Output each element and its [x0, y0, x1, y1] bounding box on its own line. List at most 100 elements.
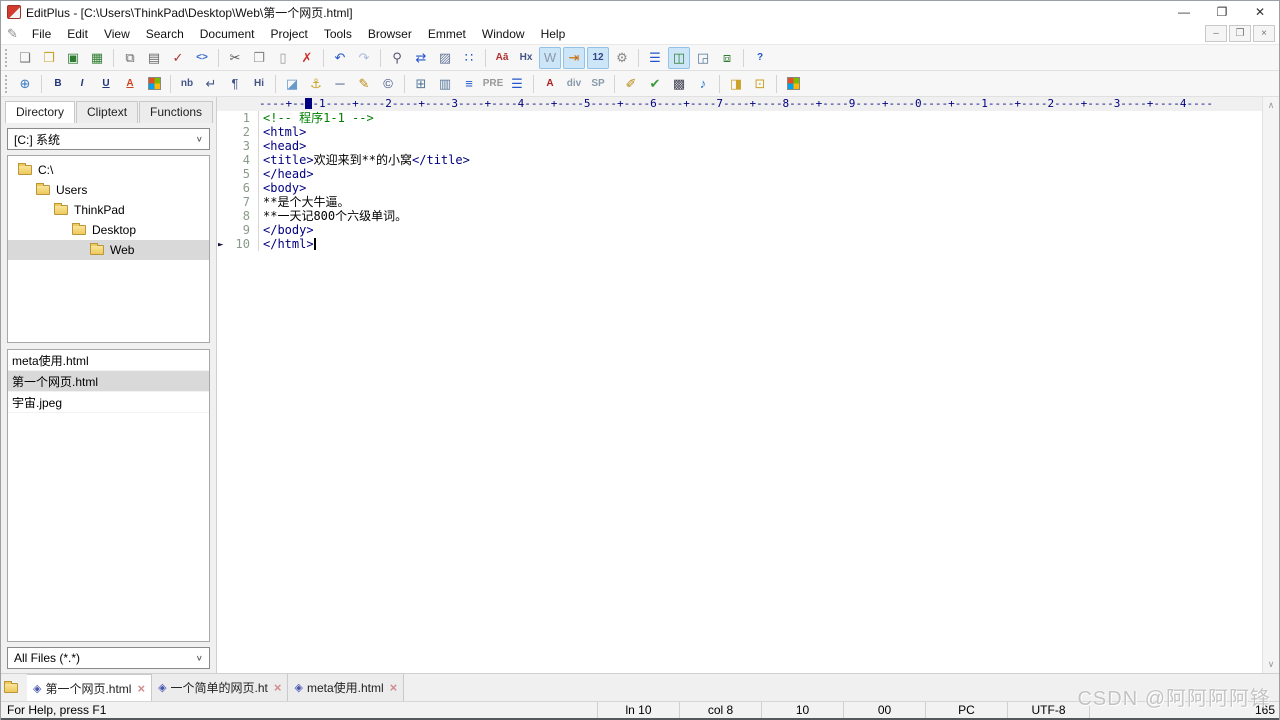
center-align-icon[interactable]: ≡ — [458, 73, 480, 95]
indent-guide-icon[interactable]: ⇥ — [563, 47, 585, 69]
mdi-restore-button[interactable]: ❐ — [1229, 25, 1251, 42]
tree-item[interactable]: ThinkPad — [8, 200, 209, 220]
new-file-icon[interactable]: ❑ — [14, 47, 36, 69]
browser-window-icon[interactable]: ◲ — [692, 47, 714, 69]
display-colors-icon[interactable] — [782, 73, 804, 95]
menu-browser[interactable]: Browser — [360, 25, 420, 43]
file-list-item[interactable]: meta使用.html — [8, 350, 209, 371]
text-document-icon[interactable]: A — [539, 73, 561, 95]
table-tag-icon[interactable]: ⊞ — [410, 73, 432, 95]
tree-item[interactable]: Users — [8, 180, 209, 200]
sidebar-tab-functions[interactable]: Functions — [139, 101, 213, 123]
hr-rule-icon[interactable]: ─ — [329, 73, 351, 95]
bookmark-list-icon[interactable]: ∷ — [458, 47, 480, 69]
restore-button[interactable]: ❐ — [1203, 1, 1241, 23]
print-preview-icon[interactable]: ⧉ — [119, 47, 141, 69]
mdi-minimize-button[interactable]: – — [1205, 25, 1227, 42]
close-button[interactable]: ✕ — [1241, 1, 1279, 23]
cliptext-window-icon[interactable]: ☰ — [644, 47, 666, 69]
paste-icon[interactable]: ▯ — [272, 47, 294, 69]
pre-tag-icon[interactable]: PRE — [482, 73, 504, 95]
tree-item[interactable]: Web — [8, 240, 209, 260]
document-tab[interactable]: ◈一个简单的网页.ht× — [152, 674, 288, 701]
find-icon[interactable]: ⚲ — [386, 47, 408, 69]
toolbar-grip[interactable] — [5, 49, 9, 67]
document-tab[interactable]: ◈第一个网页.html× — [27, 674, 152, 701]
new-window-icon[interactable]: ⧈ — [716, 47, 738, 69]
code-view-icon[interactable]: <> — [191, 47, 213, 69]
code-line[interactable]: 9</body> — [217, 223, 1279, 237]
nonbreaking-space-icon[interactable]: nb — [176, 73, 198, 95]
menu-view[interactable]: View — [96, 25, 138, 43]
editor-pane[interactable]: ----+---1----+----2----+----3----+----4-… — [217, 97, 1279, 673]
hex-view-icon[interactable]: Hx — [515, 47, 537, 69]
vertical-scrollbar[interactable]: ∧ ∨ — [1262, 97, 1279, 673]
directory-window-icon[interactable]: ◫ — [668, 47, 690, 69]
line-break-icon[interactable]: ↵ — [200, 73, 222, 95]
div-tag-icon[interactable]: div — [563, 73, 585, 95]
anchor-tag-icon[interactable]: ⚓ — [305, 73, 327, 95]
table-cell-icon[interactable]: ▥ — [434, 73, 456, 95]
open-folder-icon[interactable]: ❒ — [38, 47, 60, 69]
heading-icon[interactable]: Hi — [248, 73, 270, 95]
context-help-icon[interactable]: ? — [749, 47, 771, 69]
scroll-down-icon[interactable]: ∨ — [1268, 656, 1275, 673]
form-controls-icon[interactable]: ⊡ — [749, 73, 771, 95]
file-list-item[interactable]: 宇宙.jpeg — [8, 392, 209, 413]
code-line[interactable]: 3<head> — [217, 139, 1279, 153]
print-icon[interactable]: ▤ — [143, 47, 165, 69]
replace-icon[interactable]: ⇄ — [410, 47, 432, 69]
code-line[interactable]: 1<!-- 程序1-1 --> — [217, 111, 1279, 125]
scroll-up-icon[interactable]: ∧ — [1268, 97, 1275, 114]
file-list-item[interactable]: 第一个网页.html — [8, 371, 209, 392]
underline-icon[interactable]: U — [95, 73, 117, 95]
copyright-icon[interactable]: © — [377, 73, 399, 95]
menu-edit[interactable]: Edit — [59, 25, 96, 43]
code-line[interactable]: 5</head> — [217, 167, 1279, 181]
code-line[interactable]: 6<body> — [217, 181, 1279, 195]
font-color-icon[interactable]: A — [119, 73, 141, 95]
browser-preview-icon[interactable]: ⊕ — [14, 73, 36, 95]
menu-emmet[interactable]: Emmet — [420, 25, 474, 43]
bold-icon[interactable]: B — [47, 73, 69, 95]
menu-document[interactable]: Document — [192, 25, 263, 43]
tree-item[interactable]: Desktop — [8, 220, 209, 240]
save-all-icon[interactable]: ▦ — [86, 47, 108, 69]
minimize-button[interactable]: — — [1165, 1, 1203, 23]
audio-note-icon[interactable]: ♪ — [692, 73, 714, 95]
redo-icon[interactable]: ↷ — [353, 47, 375, 69]
code-line[interactable]: 2<html> — [217, 125, 1279, 139]
code-area[interactable]: 1<!-- 程序1-1 -->2<html>3<head>4<title>欢迎来… — [217, 111, 1279, 251]
italic-icon[interactable]: I — [71, 73, 93, 95]
undo-icon[interactable]: ↶ — [329, 47, 351, 69]
tab-close-icon[interactable]: × — [390, 680, 398, 695]
word-wrap-icon[interactable]: W — [539, 47, 561, 69]
menu-file[interactable]: File — [24, 25, 59, 43]
tab-close-icon[interactable]: × — [274, 680, 282, 695]
edit-source-icon[interactable]: ✎ — [353, 73, 375, 95]
drive-select[interactable]: [C:] 系统 ∨ — [7, 128, 210, 150]
quick-edit-icon[interactable]: ✐ — [620, 73, 642, 95]
form-elements-icon[interactable]: ◨ — [725, 73, 747, 95]
media-film-icon[interactable]: ▩ — [668, 73, 690, 95]
syntax-check-icon[interactable]: ✔ — [644, 73, 666, 95]
sidebar-tab-cliptext[interactable]: Cliptext — [76, 101, 138, 123]
save-icon[interactable]: ▣ — [62, 47, 84, 69]
spell-check-icon[interactable]: ✓ — [167, 47, 189, 69]
paragraph-icon[interactable]: ¶ — [224, 73, 246, 95]
preferences-gear-icon[interactable]: ⚙ — [611, 47, 633, 69]
mdi-close-button[interactable]: × — [1253, 25, 1275, 42]
sidebar-tab-directory[interactable]: Directory — [5, 101, 75, 123]
menu-help[interactable]: Help — [533, 25, 574, 43]
line-numbers-icon[interactable]: 12 — [587, 47, 609, 69]
menu-tools[interactable]: Tools — [316, 25, 360, 43]
file-filter-select[interactable]: All Files (*.*) ∨ — [7, 647, 210, 669]
toolbar-grip-2[interactable] — [5, 75, 9, 93]
code-line[interactable]: 7**是个大牛逼。 — [217, 195, 1279, 209]
char-width-icon[interactable]: Aā — [491, 47, 513, 69]
list-tag-icon[interactable]: ☰ — [506, 73, 528, 95]
code-line[interactable]: 4<title>欢迎来到**的小窝</title> — [217, 153, 1279, 167]
delete-icon[interactable]: ✗ — [296, 47, 318, 69]
span-tag-icon[interactable]: SP — [587, 73, 609, 95]
image-tag-icon[interactable]: ◪ — [281, 73, 303, 95]
